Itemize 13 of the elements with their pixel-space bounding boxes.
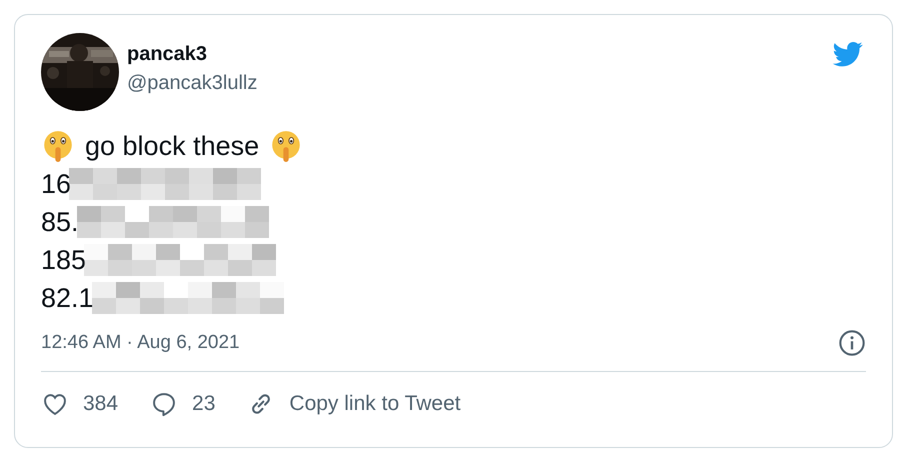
ip-fragment: 82.1 [41, 282, 94, 314]
display-name[interactable]: pancak3 [127, 43, 258, 66]
ip-fragment: 185 [41, 244, 86, 276]
like-button[interactable]: 384 [41, 386, 118, 422]
ip-fragment: 85. [41, 206, 79, 238]
timestamp[interactable]: 12:46 AM · Aug 6, 2021 [41, 332, 240, 354]
user-handle[interactable]: @pancak3lullz [127, 72, 258, 95]
tweet-text: go block these [85, 130, 260, 162]
shushing-face-icon [41, 129, 75, 163]
copy-button[interactable]: Copy link to Tweet [247, 386, 461, 422]
info-icon[interactable] [838, 329, 866, 357]
reply-button[interactable]: 23 [150, 386, 216, 422]
ip-fragment: 16 [41, 168, 72, 200]
